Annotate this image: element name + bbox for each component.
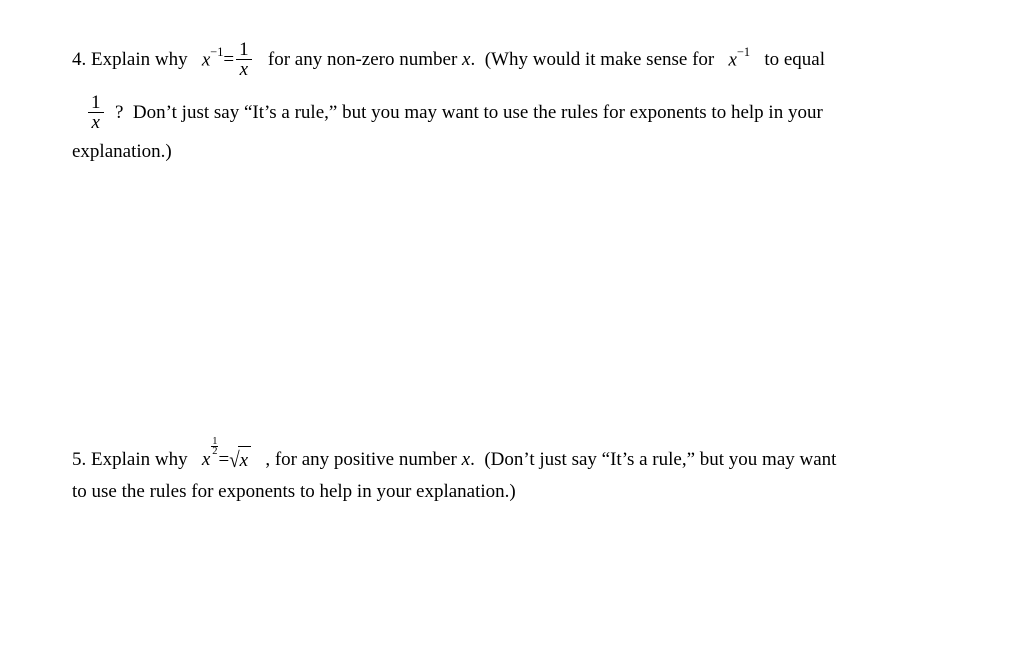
fraction-numerator: 1: [88, 93, 104, 113]
math-x-inv-2: x−1: [729, 46, 751, 74]
fraction-denominator: x: [88, 113, 104, 132]
q4-number: 4.: [72, 46, 86, 74]
superscript-neg1: −1: [210, 45, 223, 59]
radicand: x: [238, 446, 251, 475]
var-x: x: [729, 49, 737, 70]
fraction-1-over-x: 1 x: [236, 40, 252, 79]
fraction-denominator: x: [236, 60, 252, 79]
q5-text-2: , for any positive number: [251, 446, 462, 474]
superscript-neg1: −1: [737, 45, 750, 59]
equals-sign: =: [223, 46, 234, 74]
q4-text-3: . (Why would it make sense for: [470, 46, 728, 74]
q4-text-4: to equal: [750, 46, 825, 74]
superscript-half: 1 2: [211, 437, 218, 457]
math-x-inv: x−1: [202, 46, 224, 74]
q4-text-6: explanation.): [72, 138, 172, 166]
q5-line1: 5. Explain why x 1 2 = √x , for any posi…: [72, 446, 964, 475]
var-x: x: [202, 449, 210, 470]
equals-sign: =: [218, 446, 229, 474]
q5-line2: to use the rules for exponents to help i…: [72, 478, 964, 506]
var-x-italic: x: [462, 446, 470, 474]
document-page: 4. Explain why x−1 = 1 x for any non-zer…: [0, 0, 1024, 546]
q4-text-5: ? Don’t just say “It’s a rule,” but you …: [106, 99, 823, 127]
radical-sign: √: [229, 444, 239, 476]
q4-text-2: for any non-zero number: [254, 46, 462, 74]
math-x-half: x 1 2: [202, 446, 219, 474]
question-4: 4. Explain why x−1 = 1 x for any non-zer…: [72, 40, 964, 166]
q5-number: 5.: [72, 446, 86, 474]
q4-line3: explanation.): [72, 138, 964, 166]
fraction-1-over-x-2: 1 x: [88, 93, 104, 132]
sup-den: 2: [211, 447, 218, 456]
question-5: 5. Explain why x 1 2 = √x , for any posi…: [72, 446, 964, 506]
var-x: x: [202, 49, 210, 70]
q5-text-4: to use the rules for exponents to help i…: [72, 478, 516, 506]
q5-text-1: Explain why: [86, 446, 202, 474]
var-x-italic: x: [462, 46, 470, 74]
q4-line1: 4. Explain why x−1 = 1 x for any non-zer…: [72, 40, 964, 79]
q4-line2: 1 x ? Don’t just say “It’s a rule,” but …: [72, 93, 964, 132]
sqrt-x: √x: [229, 446, 251, 475]
q4-text-1: Explain why: [86, 46, 202, 74]
q5-text-3: . (Don’t just say “It’s a rule,” but you…: [470, 446, 836, 474]
fraction-numerator: 1: [236, 40, 252, 60]
